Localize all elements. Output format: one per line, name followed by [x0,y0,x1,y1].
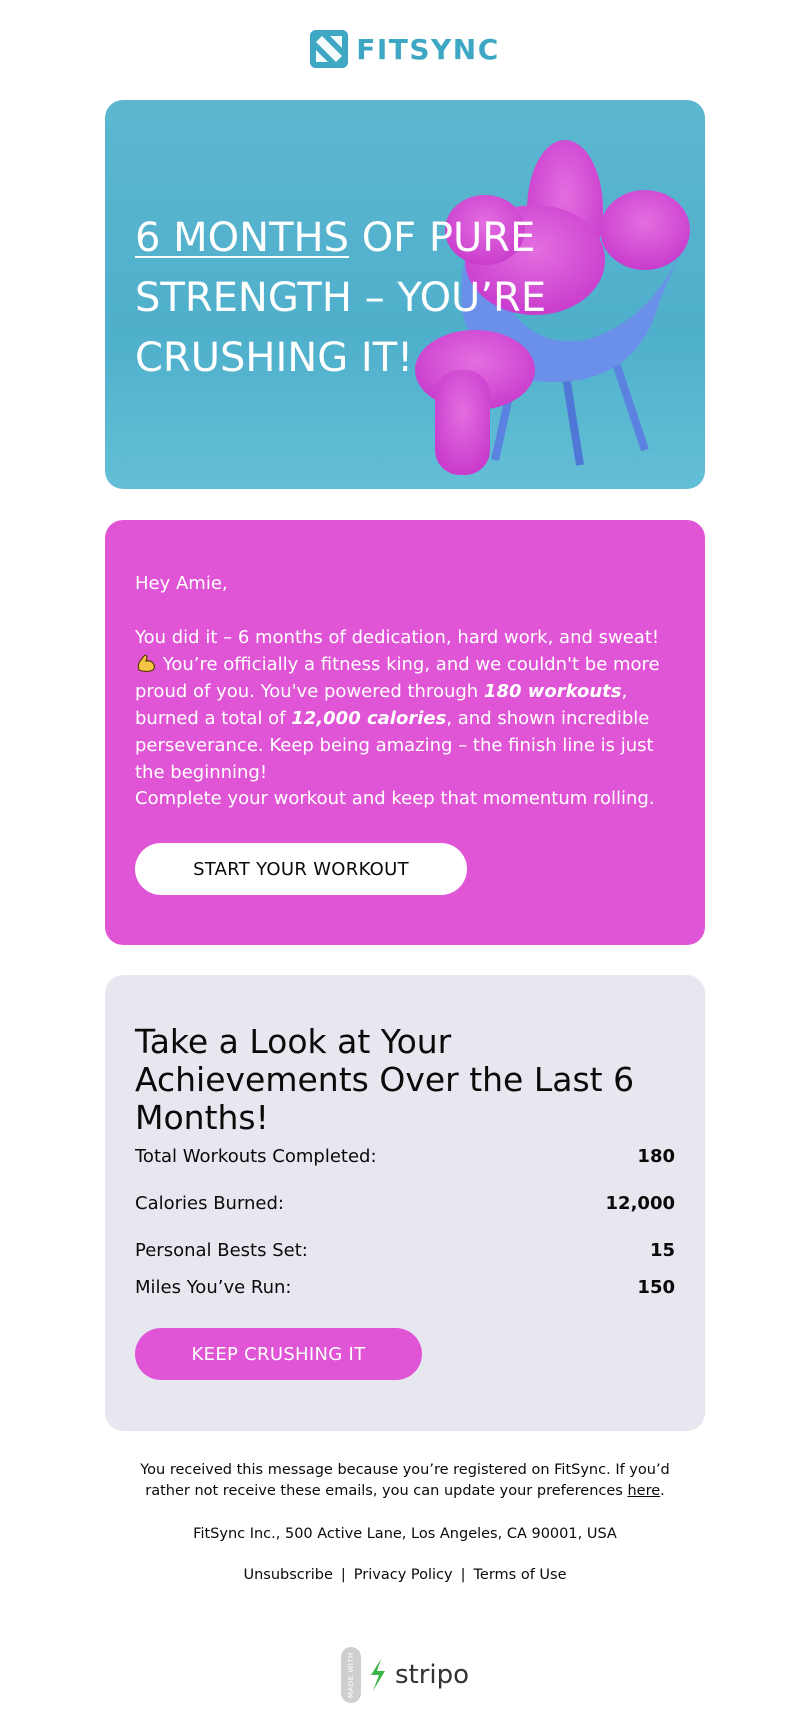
unsubscribe-link[interactable]: Unsubscribe [244,1565,333,1586]
footer-notice: You received this message because you’re… [130,1460,680,1502]
hero-title-underlined: 6 MONTHS [135,215,349,261]
brand-name: FITSYNC [356,32,500,66]
fitsync-logo-icon [310,30,349,68]
flexed-biceps-icon [137,654,156,673]
achievements-card: Take a Look at Your Achievements Over th… [105,975,705,1431]
preferences-link[interactable]: here [627,1483,660,1499]
stat-row: Calories Burned: 12,000 [135,1193,675,1214]
terms-link[interactable]: Terms of Use [474,1565,567,1586]
achievements-title: Take a Look at Your Achievements Over th… [135,1022,635,1137]
start-workout-button[interactable]: START YOUR WORKOUT [135,843,467,895]
stat-value: 150 [637,1277,675,1298]
stat-label: Calories Burned: [135,1193,285,1214]
stat-row: Personal Bests Set: 15 [135,1240,675,1261]
stripo-logo-icon [370,1659,385,1691]
link-separator: | [460,1567,466,1583]
company-address: FitSync Inc., 500 Active Lane, Los Angel… [193,1526,617,1542]
made-with-label: MADE WITH [340,1647,361,1703]
stat-row: Total Workouts Completed: 180 [135,1146,675,1167]
stat-label: Miles You’ve Run: [135,1277,292,1298]
stat-value: 15 [649,1240,675,1261]
stat-label: Personal Bests Set: [135,1240,308,1261]
footer-notice-end: . [660,1483,665,1499]
made-with-stripo-badge[interactable]: MADE WITH stripo [0,1647,810,1703]
greeting: Hey Amie, [135,573,228,594]
workouts-highlight: 180 workouts [483,681,622,702]
message-card: Hey Amie, You did it – 6 months of dedic… [105,520,705,945]
message-body: You did it – 6 months of dedication, har… [135,624,675,786]
brand-logo[interactable]: FITSYNC [0,30,810,68]
message-text-1: You did it – 6 months of dedication, har… [135,627,660,648]
stripo-wordmark: stripo [394,1660,470,1690]
stat-label: Total Workouts Completed: [135,1146,377,1167]
stat-row: Miles You’ve Run: 150 [135,1277,675,1298]
footer-links: Unsubscribe | Privacy Policy | Terms of … [130,1565,680,1586]
hero-title: 6 MONTHS OF PURE STRENGTH – YOU’RE CRUSH… [135,208,615,388]
link-separator: | [340,1567,346,1583]
stat-value: 12,000 [605,1193,675,1214]
keep-crushing-button[interactable]: KEEP CRUSHING IT [135,1328,422,1380]
cta-line: Complete your workout and keep that mome… [135,788,655,809]
stat-value: 180 [637,1146,675,1167]
calories-highlight: 12,000 calories [291,708,447,729]
email-page: FITSYNC 6 MONTHS OF PURE STRENGTH – YOU’… [0,0,810,1733]
hero-banner: 6 MONTHS OF PURE STRENGTH – YOU’RE CRUSH… [105,100,705,489]
footer-notice-text: You received this message because you’re… [140,1462,670,1499]
privacy-policy-link[interactable]: Privacy Policy [354,1565,453,1586]
